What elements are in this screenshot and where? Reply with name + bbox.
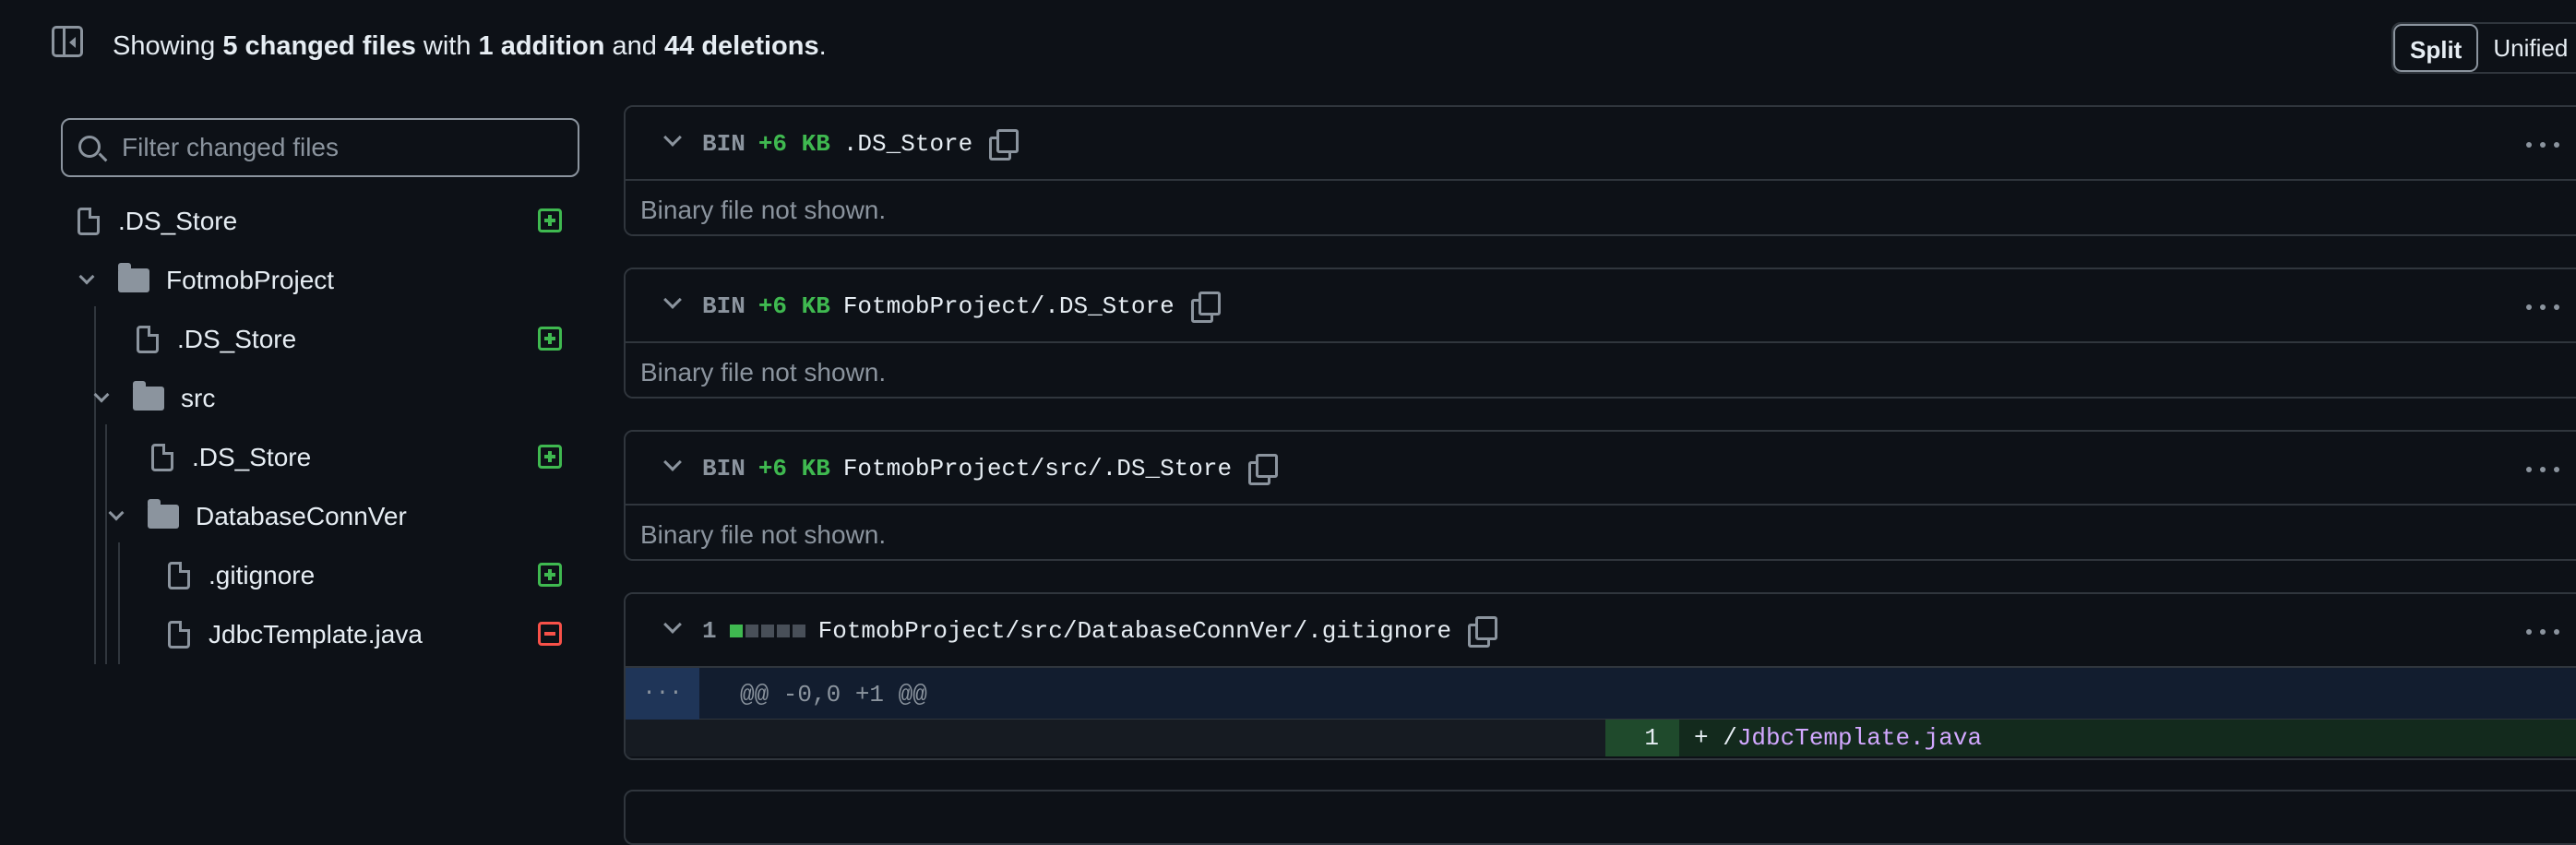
tree-item-label: .gitignore	[209, 561, 316, 589]
diff-file-header: 1 FotmobProject/src/DatabaseConnVer/.git…	[626, 594, 2576, 668]
tree-guide	[118, 542, 120, 664]
folder-icon	[148, 499, 179, 529]
hunk-header: ... @@ -0,0 +1 @@	[626, 668, 2576, 720]
more-options-icon[interactable]	[2526, 142, 2559, 148]
file-added-icon	[538, 563, 562, 587]
file-icon	[168, 562, 190, 589]
chevron-down-icon[interactable]	[78, 268, 95, 285]
diff-file-header: BIN +6 KB FotmobProject/src/.DS_Store	[626, 432, 2576, 506]
file-size-change: +6 KB	[757, 292, 830, 320]
unified-view-button[interactable]: Unified	[2478, 24, 2576, 72]
file-path[interactable]: FotmobProject/src/DatabaseConnVer/.gitig…	[818, 617, 1452, 645]
binary-label: BIN	[702, 292, 745, 320]
tree-file-fotmobproject-ds-store[interactable]: .DS_Store	[137, 314, 296, 365]
file-path[interactable]: .DS_Store	[843, 130, 972, 158]
view-mode-toggle: Split Unified	[2391, 22, 2576, 74]
added-code: + /JdbcTemplate.java	[1679, 720, 2576, 756]
tree-item-label: DatabaseConnVer	[196, 502, 407, 530]
copy-icon[interactable]	[1190, 292, 1221, 323]
file-path[interactable]: FotmobProject/.DS_Store	[843, 292, 1175, 320]
file-added-icon	[538, 327, 562, 351]
tree-folder-src[interactable]: src	[93, 373, 216, 424]
diff-file-header: BIN +6 KB FotmobProject/.DS_Store	[626, 269, 2576, 343]
change-count: 1	[702, 617, 717, 645]
diff-file-card: BIN +6 KB .DS_Store Binary file not show…	[624, 105, 2576, 236]
more-options-icon[interactable]	[2526, 467, 2559, 472]
expand-lines-button[interactable]: ...	[626, 668, 699, 720]
file-deleted-icon	[538, 622, 562, 646]
file-icon	[168, 621, 190, 649]
more-options-icon[interactable]	[2526, 629, 2559, 635]
chevron-down-icon[interactable]	[663, 615, 682, 634]
binary-notice: Binary file not shown.	[626, 343, 2576, 397]
tree-folder-fotmobproject[interactable]: FotmobProject	[78, 255, 335, 306]
file-size-change: +6 KB	[757, 455, 830, 482]
tree-guide	[94, 306, 96, 664]
file-icon	[137, 326, 159, 353]
tree-item-label: .DS_Store	[192, 443, 312, 471]
diff-toolbar: Showing 5 changed files with 1 addition …	[0, 0, 2576, 96]
binary-label: BIN	[702, 130, 745, 158]
tree-file-jdbctemplate[interactable]: JdbcTemplate.java	[168, 609, 423, 661]
diff-summary: Showing 5 changed files with 1 addition …	[113, 31, 827, 61]
file-size-change: +6 KB	[757, 130, 830, 158]
filter-files-field[interactable]	[61, 118, 579, 177]
tree-item-label: .DS_Store	[177, 325, 297, 353]
file-added-icon	[538, 445, 562, 469]
tree-item-label: FotmobProject	[166, 266, 335, 294]
binary-label: BIN	[702, 455, 745, 482]
chevron-down-icon[interactable]	[93, 387, 110, 403]
copy-icon[interactable]	[1468, 616, 1498, 648]
diffstat-bar	[729, 625, 805, 637]
search-icon	[78, 136, 101, 158]
tree-item-label: src	[181, 384, 216, 412]
tree-guide	[105, 424, 107, 664]
copy-icon[interactable]	[1248, 454, 1279, 485]
chevron-down-icon[interactable]	[663, 291, 682, 309]
chevron-down-icon[interactable]	[663, 128, 682, 147]
filter-files-input[interactable]	[122, 127, 565, 168]
chevron-down-icon[interactable]	[108, 505, 125, 521]
more-options-icon[interactable]	[2526, 304, 2559, 310]
folder-icon	[118, 263, 149, 292]
chevron-down-icon[interactable]	[663, 453, 682, 471]
split-view-button[interactable]: Split	[2393, 24, 2479, 72]
diff-file-card: 1 FotmobProject/src/DatabaseConnVer/.git…	[624, 592, 2576, 760]
diff-file-card-partial	[624, 790, 2576, 845]
hunk-range: @@ -0,0 +1 @@	[740, 681, 927, 708]
diff-line-added: 1 + /JdbcTemplate.java	[626, 720, 2576, 756]
tree-file-src-ds-store[interactable]: .DS_Store	[151, 432, 311, 483]
toggle-sidebar-icon[interactable]	[52, 26, 83, 57]
line-number[interactable]: 1	[1605, 720, 1679, 756]
file-icon	[78, 208, 100, 235]
binary-notice: Binary file not shown.	[626, 181, 2576, 234]
tree-file-ds-store[interactable]: .DS_Store	[78, 196, 237, 247]
tree-item-label: JdbcTemplate.java	[209, 620, 423, 649]
tree-item-label: .DS_Store	[118, 207, 238, 235]
file-added-icon	[538, 208, 562, 232]
binary-notice: Binary file not shown.	[626, 506, 2576, 559]
copy-icon[interactable]	[989, 129, 1020, 161]
diff-file-card: BIN +6 KB FotmobProject/src/.DS_Store Bi…	[624, 430, 2576, 561]
diff-file-card: BIN +6 KB FotmobProject/.DS_Store Binary…	[624, 268, 2576, 399]
diff-file-header: BIN +6 KB .DS_Store	[626, 107, 2576, 181]
file-icon	[151, 444, 173, 471]
folder-icon	[133, 381, 164, 411]
file-path[interactable]: FotmobProject/src/.DS_Store	[843, 455, 1232, 482]
empty-left-pane	[626, 720, 1605, 756]
tree-file-gitignore[interactable]: .gitignore	[168, 550, 315, 601]
tree-folder-databaseconnver[interactable]: DatabaseConnVer	[108, 491, 407, 542]
